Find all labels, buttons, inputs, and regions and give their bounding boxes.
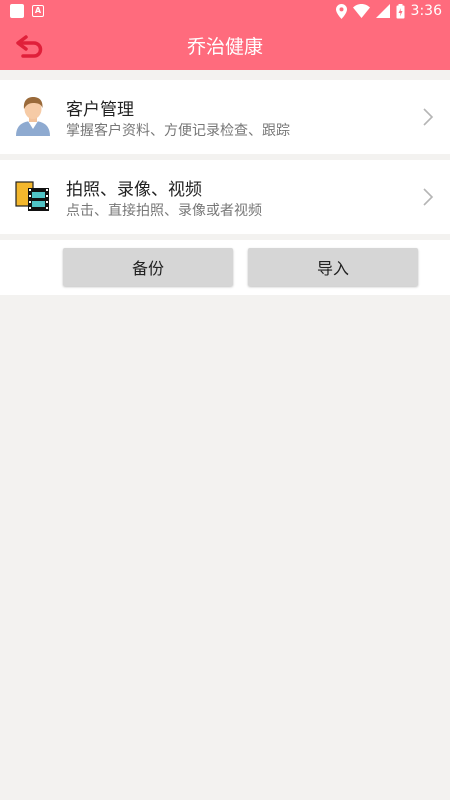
menu-item-subtitle: 掌握客户资料、方便记录检查、跟踪 [66,123,290,139]
battery-icon [396,3,405,18]
menu-item-customer-management[interactable]: 客户管理 掌握客户资料、方便记录检查、跟踪 [0,80,450,154]
menu-item-title: 拍照、录像、视频 [66,180,202,200]
app-notification-icon: A [32,5,44,17]
location-icon [335,3,347,19]
chevron-right-icon [423,188,434,206]
menu-item-photo-video[interactable]: 拍照、录像、视频 点击、直接拍照、录像或者视频 [0,160,450,234]
app-bar: 乔治健康 [0,24,450,70]
import-button[interactable]: 导入 [248,248,418,286]
film-icon [15,181,49,211]
chevron-right-icon [423,108,434,126]
status-time: 3:36 [410,3,442,19]
notification-icon [10,4,24,18]
app-title: 乔治健康 [186,36,263,58]
action-bar: 备份 导入 [0,240,450,295]
status-bar: A 3:36 [0,0,450,24]
menu-item-title: 客户管理 [66,100,134,120]
signal-icon [375,4,390,18]
user-avatar-icon [16,97,50,136]
backup-button[interactable]: 备份 [63,248,233,286]
wifi-icon [352,4,370,18]
menu-item-subtitle: 点击、直接拍照、录像或者视频 [66,203,262,219]
